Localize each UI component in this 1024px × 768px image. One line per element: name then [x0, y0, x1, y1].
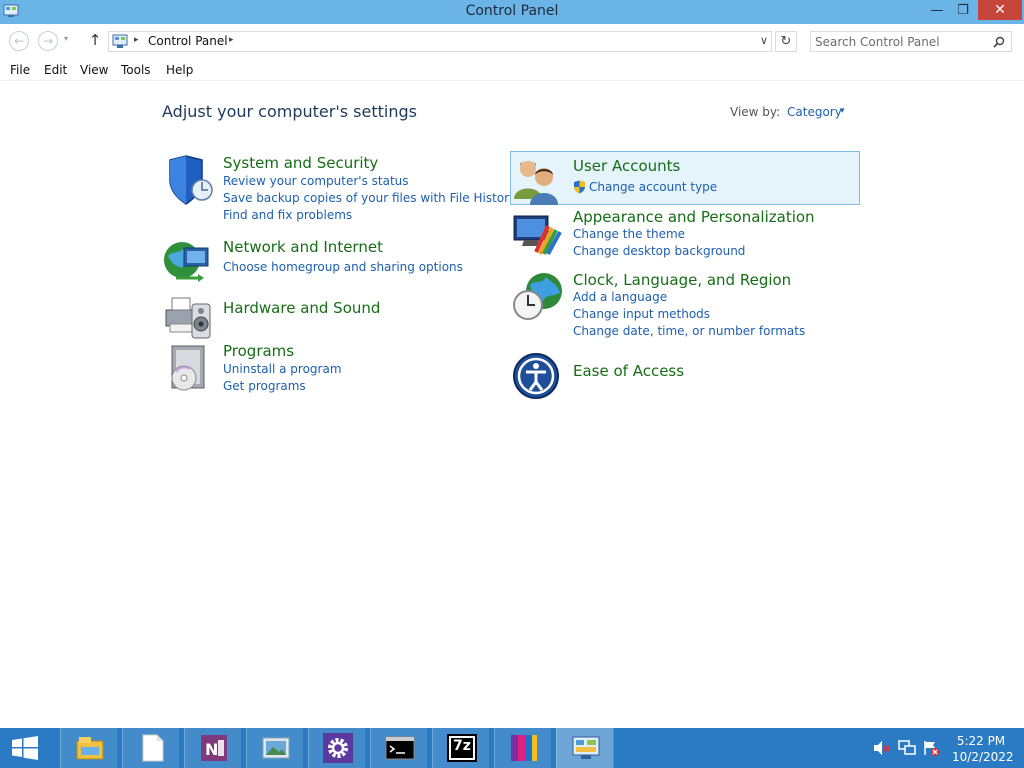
- link-get-programs[interactable]: Get programs: [223, 379, 306, 393]
- menu-edit[interactable]: Edit: [44, 63, 67, 77]
- category-programs: Programs Uninstall a program Get program…: [162, 342, 492, 394]
- action-center-flag-icon[interactable]: [922, 740, 940, 756]
- command-prompt-icon: [385, 736, 415, 760]
- category-ease-of-access: Ease of Access: [512, 352, 852, 402]
- link-add-language[interactable]: Add a language: [573, 290, 667, 304]
- network-globe-icon[interactable]: [162, 238, 214, 290]
- category-title[interactable]: Network and Internet: [223, 238, 383, 256]
- view-by-dropdown-arrow[interactable]: ▾: [840, 106, 845, 116]
- menu-view[interactable]: View: [80, 63, 108, 77]
- close-button[interactable]: ✕: [978, 0, 1022, 20]
- taskbar: N 7z 5:22 PM 10/2/2022: [0, 728, 1024, 768]
- shield-icon[interactable]: [162, 154, 214, 206]
- volume-muted-icon[interactable]: [872, 740, 890, 756]
- category-system-and-security: System and Security Review your computer…: [162, 154, 516, 224]
- users-icon[interactable]: [512, 155, 564, 207]
- link-change-date-time-formats[interactable]: Change date, time, or number formats: [573, 324, 805, 338]
- file-explorer-icon: [76, 737, 104, 760]
- clock-globe-icon[interactable]: [512, 271, 564, 323]
- category-title[interactable]: Ease of Access: [573, 362, 684, 380]
- search-input[interactable]: [815, 34, 985, 49]
- category-title[interactable]: System and Security: [223, 154, 378, 172]
- taskbar-winrar[interactable]: [494, 728, 552, 768]
- clock-date: 10/2/2022: [952, 750, 1014, 764]
- taskbar-command-prompt[interactable]: [370, 728, 428, 768]
- search-icon[interactable]: [993, 36, 1005, 48]
- breadcrumb-separator[interactable]: ▸: [229, 35, 234, 45]
- link-review-status[interactable]: Review your computer's status: [223, 174, 409, 188]
- address-dropdown-button[interactable]: ∨: [760, 34, 768, 47]
- category-title[interactable]: Clock, Language, and Region: [573, 271, 791, 289]
- notepad-icon: [142, 734, 164, 762]
- category-hardware-and-sound: Hardware and Sound: [162, 290, 492, 342]
- category-title[interactable]: User Accounts: [573, 157, 680, 175]
- clock-time: 5:22 PM: [956, 734, 1006, 748]
- view-by-dropdown[interactable]: Category: [787, 105, 842, 119]
- taskbar-7zip[interactable]: 7z: [432, 728, 490, 768]
- svg-text:N: N: [205, 740, 218, 759]
- link-change-theme[interactable]: Change the theme: [573, 227, 685, 241]
- link-change-input-methods[interactable]: Change input methods: [573, 307, 710, 321]
- window-title: Control Panel: [465, 3, 559, 19]
- taskbar-photo-viewer[interactable]: [246, 728, 304, 768]
- taskbar-onenote[interactable]: N: [184, 728, 242, 768]
- category-clock-language-region: Clock, Language, and Region Add a langua…: [512, 271, 852, 343]
- photo-viewer-icon: [262, 737, 290, 759]
- category-title[interactable]: Appearance and Personalization: [573, 208, 815, 226]
- category-network-and-internet: Network and Internet Choose homegroup an…: [162, 238, 492, 288]
- winrar-icon: [511, 735, 537, 761]
- ease-of-access-icon[interactable]: [512, 352, 564, 404]
- breadcrumb-control-panel[interactable]: Control Panel: [148, 34, 228, 48]
- back-button[interactable]: ←: [9, 31, 29, 51]
- menu-help[interactable]: Help: [166, 63, 193, 77]
- link-file-history[interactable]: Save backup copies of your files with Fi…: [223, 191, 516, 205]
- category-title[interactable]: Programs: [223, 342, 294, 360]
- search-box[interactable]: [810, 31, 1012, 52]
- link-uninstall-program[interactable]: Uninstall a program: [223, 362, 342, 376]
- printer-speaker-icon[interactable]: [162, 290, 214, 342]
- uac-shield-icon: [574, 180, 585, 194]
- control-panel-icon: [572, 736, 600, 759]
- settings-gear-icon: [323, 733, 353, 763]
- address-bar[interactable]: ▸ Control Panel ▸ ∨: [108, 31, 772, 52]
- taskbar-clock[interactable]: 5:22 PM 10/2/2022: [952, 733, 1014, 765]
- view-by-label: View by:: [730, 105, 781, 119]
- monitor-palette-icon[interactable]: [512, 208, 564, 260]
- programs-disc-icon[interactable]: [162, 342, 214, 394]
- link-change-desktop-background[interactable]: Change desktop background: [573, 244, 745, 258]
- up-button[interactable]: ↑: [86, 31, 104, 51]
- refresh-button[interactable]: ↻: [775, 31, 797, 52]
- taskbar-control-panel[interactable]: [556, 728, 614, 768]
- link-find-fix-problems[interactable]: Find and fix problems: [223, 208, 352, 222]
- forward-button[interactable]: →: [38, 31, 58, 51]
- breadcrumb-separator[interactable]: ▸: [134, 35, 139, 45]
- taskbar-file-explorer[interactable]: [60, 728, 118, 768]
- link-homegroup-sharing[interactable]: Choose homegroup and sharing options: [223, 260, 463, 274]
- control-panel-icon: [112, 34, 128, 48]
- menu-tools[interactable]: Tools: [121, 63, 151, 77]
- category-title[interactable]: Hardware and Sound: [223, 299, 380, 317]
- category-user-accounts: User Accounts Change account type: [512, 157, 852, 205]
- page-title: Adjust your computer's settings: [162, 102, 417, 121]
- recent-locations-button[interactable]: ▾: [64, 34, 68, 43]
- 7zip-label: 7z: [453, 738, 471, 754]
- onenote-icon: N: [201, 735, 227, 761]
- network-icon[interactable]: [898, 740, 916, 756]
- menu-file[interactable]: File: [10, 63, 30, 77]
- restore-button[interactable]: ❐: [950, 0, 976, 22]
- title-bar: Control Panel — ❐ ✕: [0, 0, 1024, 24]
- taskbar-notepad[interactable]: [122, 728, 180, 768]
- link-change-account-type[interactable]: Change account type: [589, 180, 717, 194]
- minimize-button[interactable]: —: [924, 0, 950, 22]
- windows-start-icon[interactable]: [10, 736, 40, 760]
- navigation-bar: ← → ▾ ↑ ▸ Control Panel ▸ ∨ ↻: [0, 24, 1024, 60]
- taskbar-settings[interactable]: [308, 728, 366, 768]
- menu-bar: File Edit View Tools Help: [0, 60, 1024, 81]
- category-appearance-and-personalization: Appearance and Personalization Change th…: [512, 208, 852, 264]
